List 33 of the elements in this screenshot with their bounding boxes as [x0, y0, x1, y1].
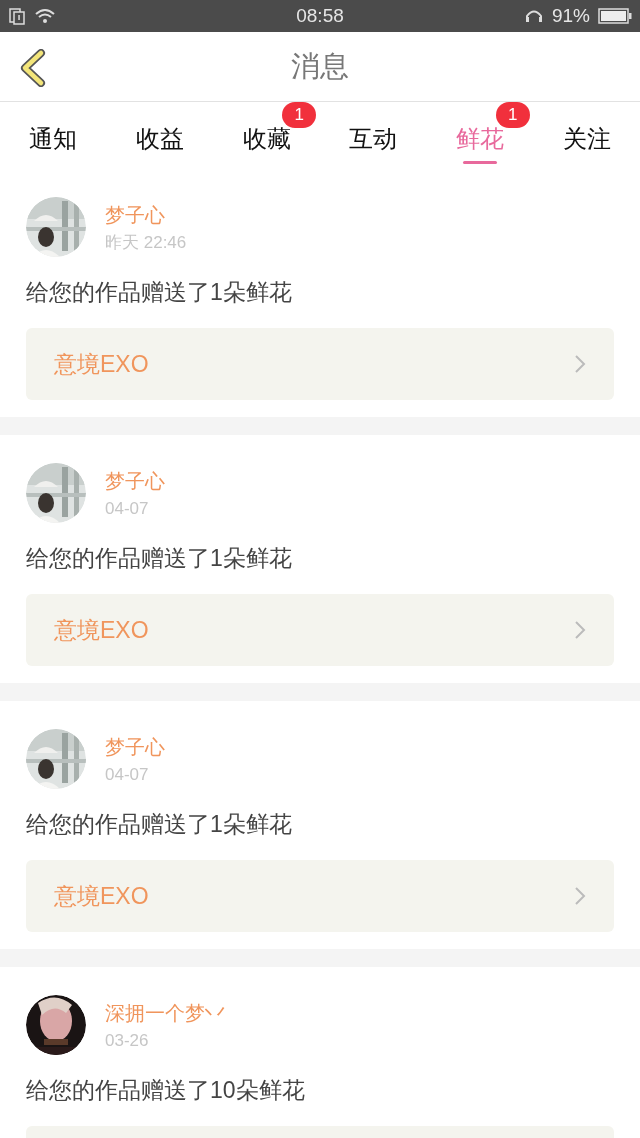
count-badge: 1	[282, 102, 317, 128]
wifi-icon	[34, 7, 56, 25]
clock: 08:58	[296, 3, 344, 28]
message-time: 昨天 22:46	[105, 232, 187, 254]
sim-icon	[8, 7, 26, 25]
tab[interactable]: 收益	[106, 102, 214, 169]
message-time: 03-26	[105, 1030, 150, 1052]
battery-icon	[598, 8, 632, 24]
message-time: 04-07	[105, 764, 150, 786]
tab[interactable]: 收藏 1	[213, 102, 320, 169]
chevron-right-icon	[574, 354, 586, 374]
battery-percent: 91%	[552, 3, 590, 28]
tab[interactable]: 关注	[533, 102, 640, 169]
active-tab-underline	[463, 161, 497, 164]
page-title: 消息	[291, 48, 349, 84]
message-text: 给您的作品赠送了1朵鲜花	[26, 544, 293, 573]
user-name[interactable]: 深拥一个梦丷	[105, 1000, 225, 1026]
count-badge: 1	[495, 102, 530, 128]
work-link[interactable]: 意境EXO	[26, 328, 614, 400]
tab[interactable]: 互动	[320, 102, 427, 169]
user-name[interactable]: 梦子心	[105, 202, 187, 228]
message-text: 给您的作品赠送了1朵鲜花	[26, 810, 293, 839]
tab[interactable]: 鲜花 1	[426, 102, 534, 169]
chevron-right-icon	[574, 886, 586, 906]
work-link[interactable]: 意境EXO	[26, 594, 614, 666]
user-name[interactable]: 梦子心	[105, 468, 165, 494]
message-text: 给您的作品赠送了1朵鲜花	[26, 278, 293, 307]
tab[interactable]: 通知	[0, 102, 107, 169]
message-time: 04-07	[105, 498, 150, 520]
message-text: 给您的作品赠送了10朵鲜花	[26, 1076, 306, 1105]
chevron-right-icon	[574, 620, 586, 640]
user-name[interactable]: 梦子心	[105, 734, 165, 760]
work-link[interactable]: 意境EXO	[26, 860, 614, 932]
